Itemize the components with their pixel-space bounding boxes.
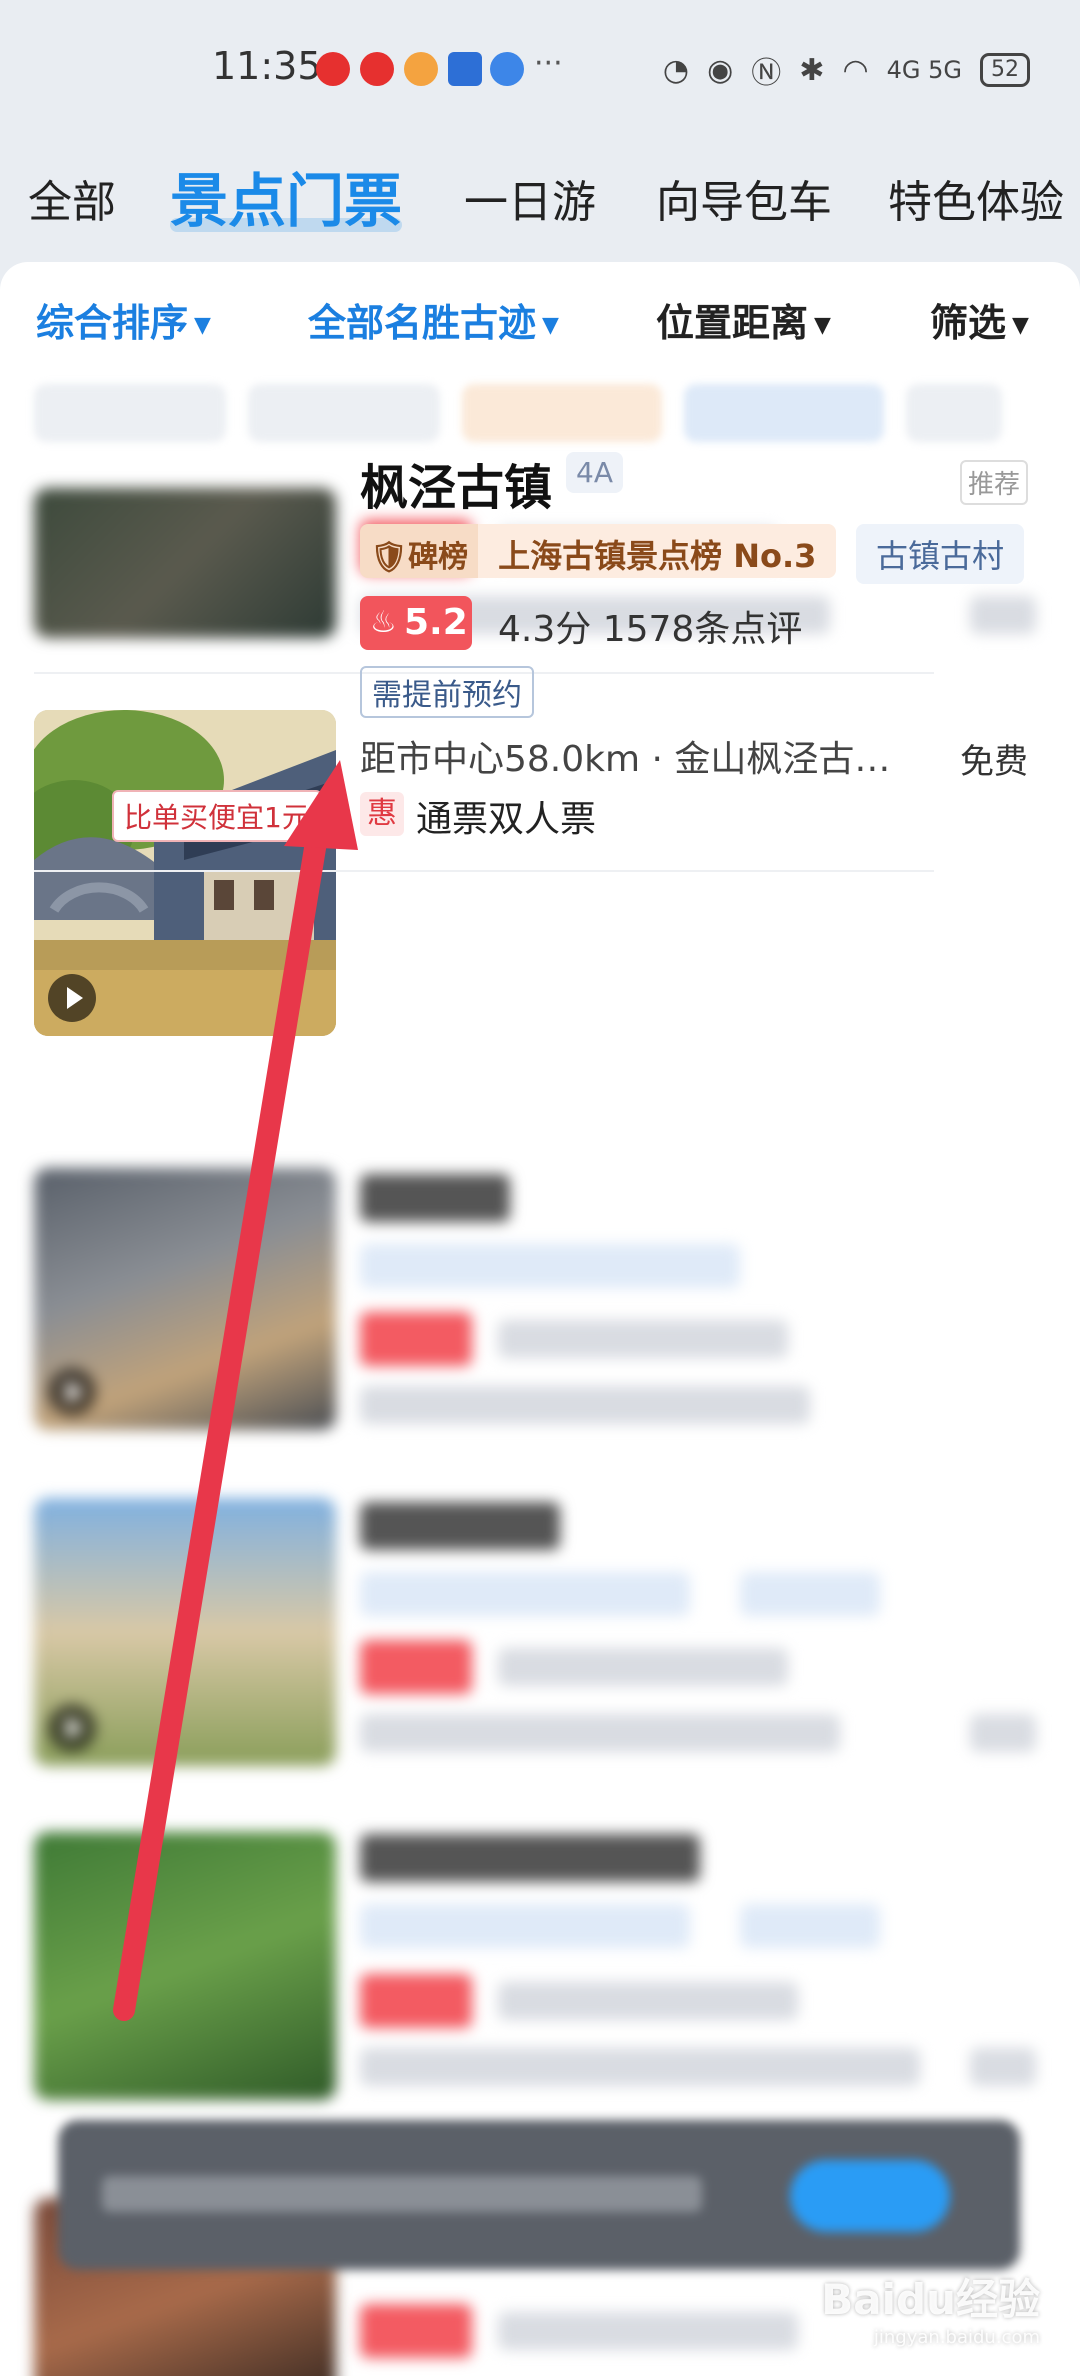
quick-filter-chip[interactable]: [462, 384, 662, 442]
heat-score: 5.2: [360, 596, 472, 650]
item-thumbnail: [34, 1832, 336, 2100]
status-bar: 11:35 ··· ◔ ◉ Ⓝ ✱ ◠ 4G 5G 52: [0, 0, 1080, 130]
quick-filter-chip[interactable]: [684, 384, 884, 442]
distance-info: 距市中心58.0km · 金山枫泾古…: [360, 739, 891, 780]
sort-filter[interactable]: 综合排序 ▼: [36, 292, 211, 347]
signal-icon: 4G 5G: [886, 56, 962, 84]
rating-summary[interactable]: 4.3分 1578条点评: [498, 600, 802, 652]
quick-filter-chip[interactable]: [34, 384, 226, 442]
recommend-tag: 推荐: [959, 460, 1028, 505]
caret-down-icon: ▼: [542, 313, 559, 338]
app-notification-icon: [404, 52, 438, 86]
quick-filter-chip[interactable]: [906, 384, 1002, 442]
rank-badge-text: 上海古镇景点榜 No.3: [478, 524, 837, 578]
notification-toast[interactable]: [58, 2120, 1020, 2270]
eye-icon: ◉: [707, 52, 734, 88]
screen-filter[interactable]: 筛选 ▼: [930, 292, 1029, 347]
category-tabs: 全部 景点门票 一日游 向导包车 特色体验: [0, 158, 1080, 248]
item-thumbnail: [34, 488, 336, 638]
rank-badge[interactable]: 🛡碑榜 上海古镇景点榜 No.3: [360, 524, 837, 578]
battery-icon: 52: [980, 53, 1030, 87]
tab-all[interactable]: 全部: [28, 166, 116, 230]
weibo-icon: [360, 52, 394, 86]
tab-special-experience[interactable]: 特色体验: [888, 166, 1064, 230]
app-notification-icon: [490, 52, 524, 86]
shield-icon: 🛡: [370, 540, 409, 575]
item-thumbnail: [34, 1498, 336, 1766]
grade-badge: 4A: [566, 452, 623, 493]
price: 免费: [960, 742, 1028, 782]
wifi-icon: ◠: [842, 52, 869, 88]
weibo-icon: [316, 52, 350, 86]
booking-note: 需提前预约: [360, 666, 534, 718]
tab-attraction-tickets[interactable]: 景点门票: [170, 154, 403, 238]
app-notification-icon: [448, 52, 482, 86]
item-thumbnail: [34, 1168, 336, 1430]
promo-icon: 惠: [360, 792, 404, 836]
nfc-icon: Ⓝ: [751, 56, 782, 91]
speedometer-icon: ◔: [662, 52, 690, 88]
more-notifications-icon: ···: [534, 46, 563, 81]
play-video-icon[interactable]: [48, 974, 96, 1022]
bluetooth-icon: ✱: [799, 52, 825, 88]
category-filter[interactable]: 全部名胜古迹 ▼: [308, 292, 559, 347]
rank-badge-label: 🛡碑榜: [360, 524, 479, 578]
quick-filter-chip[interactable]: [248, 384, 440, 442]
caret-down-icon: ▼: [194, 313, 211, 338]
category-tag: 古镇古村: [856, 524, 1025, 584]
package-name[interactable]: 通票双人票: [416, 790, 596, 842]
tab-day-tour[interactable]: 一日游: [464, 166, 596, 230]
filter-bar: 综合排序 ▼ 全部名胜古迹 ▼ 位置距离 ▼ 筛选 ▼: [0, 292, 1080, 352]
watermark: Baidu经验 jingyan.baidu.com: [821, 2275, 1040, 2348]
quick-filter-chips: [34, 384, 1080, 442]
attraction-name[interactable]: 枫泾古镇: [360, 448, 552, 518]
savings-badge: 比单买便宜1元: [112, 790, 322, 842]
clock: 11:35: [212, 44, 322, 88]
result-list-panel: 综合排序 ▼ 全部名胜古迹 ▼ 位置距离 ▼ 筛选 ▼ 枫泾古镇 4A 推荐 🛡…: [0, 262, 1080, 2376]
caret-down-icon: ▼: [1012, 313, 1029, 338]
toast-action-button[interactable]: [790, 2160, 950, 2232]
distance-filter[interactable]: 位置距离 ▼: [656, 292, 831, 347]
tab-guide-car[interactable]: 向导包车: [656, 166, 832, 230]
item-thumbnail: [34, 710, 336, 1036]
caret-down-icon: ▼: [814, 313, 831, 338]
